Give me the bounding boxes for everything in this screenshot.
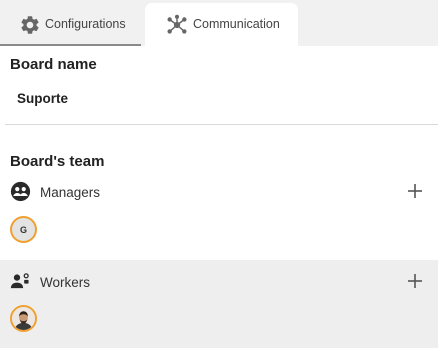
tab-configurations-label: Configurations (45, 17, 126, 31)
managers-group: Managers G (0, 173, 438, 259)
managers-icon (10, 181, 31, 202)
managers-label: Managers (40, 185, 101, 200)
gear-icon (21, 16, 39, 34)
workers-icon (10, 273, 29, 289)
add-manager-button[interactable] (405, 181, 425, 201)
manager-avatar-initial: G (19, 224, 27, 235)
workers-group: Workers (0, 260, 438, 348)
board-name-value[interactable]: Suporte (17, 91, 68, 106)
workers-label: Workers (40, 275, 91, 290)
board-team-heading: Board's team (10, 153, 105, 170)
network-icon (167, 14, 187, 34)
tab-communication[interactable]: Communication (145, 3, 298, 46)
worker-avatar[interactable] (10, 305, 37, 332)
divider (5, 124, 438, 125)
board-name-heading: Board name (10, 56, 97, 73)
tab-communication-label: Communication (193, 17, 280, 31)
tab-configurations[interactable]: Configurations (0, 3, 141, 46)
tab-bar: Configurations Communication (0, 0, 438, 46)
manager-avatar[interactable]: G (10, 216, 37, 243)
person-photo (12, 307, 35, 330)
add-worker-button[interactable] (405, 271, 425, 291)
